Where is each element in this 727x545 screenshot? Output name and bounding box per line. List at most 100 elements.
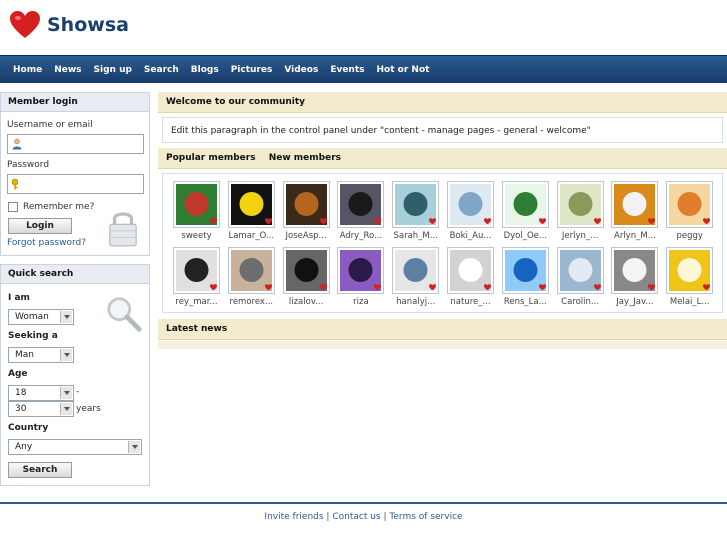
favorite-heart-icon[interactable] xyxy=(538,218,546,225)
nav-news[interactable]: News xyxy=(54,65,81,75)
member-name[interactable]: sweety xyxy=(169,231,224,241)
member-card[interactable]: riza xyxy=(333,247,388,307)
favorite-heart-icon[interactable] xyxy=(374,218,382,225)
favorite-heart-icon[interactable] xyxy=(264,218,272,225)
favorite-heart-icon[interactable] xyxy=(319,284,327,291)
tab-new-members[interactable]: New members xyxy=(269,148,341,169)
nav-home[interactable]: Home xyxy=(13,65,42,75)
nav-pictures[interactable]: Pictures xyxy=(231,65,273,75)
member-photo[interactable] xyxy=(227,247,275,294)
member-card[interactable]: nature_... xyxy=(443,247,498,307)
member-card[interactable]: Jerlyn_... xyxy=(553,181,608,241)
favorite-heart-icon[interactable] xyxy=(484,218,491,225)
favorite-heart-icon[interactable] xyxy=(593,218,601,225)
member-name[interactable]: riza xyxy=(333,297,388,307)
nav-blogs[interactable]: Blogs xyxy=(191,65,219,75)
member-photo[interactable] xyxy=(611,247,659,294)
member-card[interactable]: Jay_Jav... xyxy=(607,247,662,307)
search-button[interactable]: Search xyxy=(8,462,72,478)
seeking-select[interactable]: Man xyxy=(8,347,74,363)
login-button[interactable]: Login xyxy=(8,218,72,234)
member-photo[interactable] xyxy=(447,181,494,228)
member-photo[interactable] xyxy=(392,247,440,294)
member-photo[interactable] xyxy=(501,247,549,294)
member-photo[interactable] xyxy=(173,247,220,294)
member-name[interactable]: Sarah_M... xyxy=(388,231,443,241)
member-card[interactable]: Carolin... xyxy=(553,247,608,307)
member-card[interactable]: Arlyn_M... xyxy=(607,181,662,241)
member-photo[interactable] xyxy=(337,181,385,228)
nav-hot-or-not[interactable]: Hot or Not xyxy=(377,65,430,75)
member-card[interactable]: Lamar_O... xyxy=(224,181,279,241)
member-name[interactable]: peggy xyxy=(662,231,717,241)
favorite-heart-icon[interactable] xyxy=(210,218,217,225)
contact-us-link[interactable]: Contact us xyxy=(332,512,380,522)
member-photo[interactable] xyxy=(611,181,659,228)
favorite-heart-icon[interactable] xyxy=(538,284,546,291)
nav-sign-up[interactable]: Sign up xyxy=(94,65,132,75)
favorite-heart-icon[interactable] xyxy=(319,218,327,225)
invite-friends-link[interactable]: Invite friends xyxy=(264,512,323,522)
member-name[interactable]: Dyol_Oe... xyxy=(498,231,553,241)
member-photo[interactable] xyxy=(666,247,714,294)
favorite-heart-icon[interactable] xyxy=(264,284,272,291)
member-card[interactable]: Sarah_M... xyxy=(388,181,443,241)
member-photo[interactable] xyxy=(337,247,385,294)
forgot-password-link[interactable]: Forgot password? xyxy=(7,238,86,248)
member-name[interactable]: JoseAsp... xyxy=(279,231,334,241)
member-photo[interactable] xyxy=(173,181,220,228)
member-card[interactable]: Rens_La... xyxy=(498,247,553,307)
age-from-select[interactable]: 18 xyxy=(8,385,74,401)
member-name[interactable]: Rens_La... xyxy=(498,297,553,307)
member-name[interactable]: Melai_L... xyxy=(662,297,717,307)
terms-link[interactable]: Terms of service xyxy=(389,512,462,522)
favorite-heart-icon[interactable] xyxy=(703,284,711,291)
member-name[interactable]: Jay_Jav... xyxy=(607,297,662,307)
member-card[interactable]: Boki_Au... xyxy=(443,181,498,241)
member-card[interactable]: sweety xyxy=(169,181,224,241)
favorite-heart-icon[interactable] xyxy=(429,284,437,291)
member-photo[interactable] xyxy=(447,247,494,294)
favorite-heart-icon[interactable] xyxy=(374,284,382,291)
member-card[interactable]: Adry_Ro... xyxy=(333,181,388,241)
country-select[interactable]: Any xyxy=(8,439,142,455)
favorite-heart-icon[interactable] xyxy=(648,218,656,225)
nav-search[interactable]: Search xyxy=(144,65,179,75)
favorite-heart-icon[interactable] xyxy=(593,284,601,291)
member-card[interactable]: JoseAsp... xyxy=(279,181,334,241)
tab-popular-members[interactable]: Popular members xyxy=(166,148,256,169)
member-photo[interactable] xyxy=(556,181,604,228)
favorite-heart-icon[interactable] xyxy=(210,284,217,291)
member-name[interactable]: hanalyj... xyxy=(388,297,443,307)
member-card[interactable]: Dyol_Oe... xyxy=(498,181,553,241)
member-name[interactable]: nature_... xyxy=(443,297,498,307)
member-name[interactable]: Carolin... xyxy=(553,297,608,307)
nav-videos[interactable]: Videos xyxy=(284,65,318,75)
password-input[interactable] xyxy=(7,174,144,194)
member-photo[interactable] xyxy=(556,247,604,294)
member-name[interactable]: Lamar_O... xyxy=(224,231,279,241)
nav-events[interactable]: Events xyxy=(330,65,364,75)
favorite-heart-icon[interactable] xyxy=(648,284,656,291)
member-name[interactable]: Boki_Au... xyxy=(443,231,498,241)
member-name[interactable]: remorex... xyxy=(224,297,279,307)
member-photo[interactable] xyxy=(666,181,714,228)
age-to-select[interactable]: 30 xyxy=(8,401,74,417)
member-name[interactable]: Jerlyn_... xyxy=(553,231,608,241)
member-photo[interactable] xyxy=(227,181,275,228)
member-photo[interactable] xyxy=(501,181,549,228)
member-name[interactable]: Arlyn_M... xyxy=(607,231,662,241)
favorite-heart-icon[interactable] xyxy=(429,218,437,225)
brand-name[interactable]: Showsa xyxy=(47,14,129,36)
member-card[interactable]: Melai_L... xyxy=(662,247,717,307)
username-input[interactable] xyxy=(7,134,144,154)
member-card[interactable]: hanalyj... xyxy=(388,247,443,307)
member-name[interactable]: rey_mar... xyxy=(169,297,224,307)
member-photo[interactable] xyxy=(282,247,330,294)
favorite-heart-icon[interactable] xyxy=(484,284,491,291)
i-am-select[interactable]: Woman xyxy=(8,309,74,325)
member-card[interactable]: lizalov... xyxy=(279,247,334,307)
favorite-heart-icon[interactable] xyxy=(703,218,711,225)
member-card[interactable]: remorex... xyxy=(224,247,279,307)
member-card[interactable]: peggy xyxy=(662,181,717,241)
